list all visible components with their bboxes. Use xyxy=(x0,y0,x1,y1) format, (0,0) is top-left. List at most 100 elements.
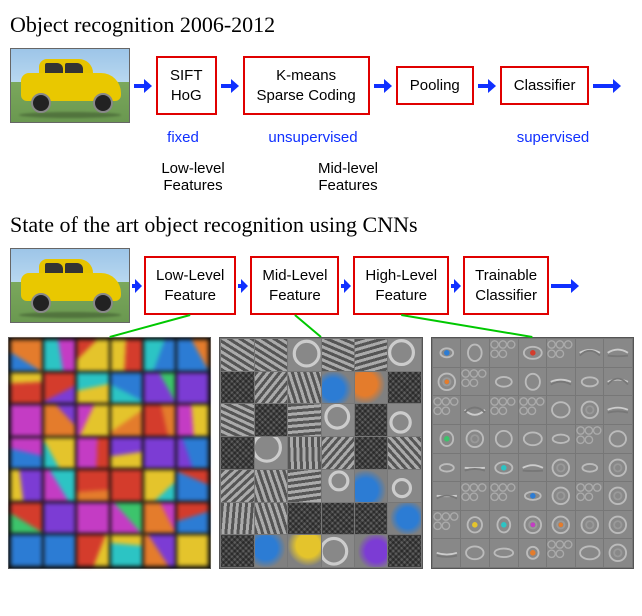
label-mid-level: Mid-level Features xyxy=(288,160,408,194)
feature-patch xyxy=(490,339,518,367)
feature-patch xyxy=(433,368,461,396)
feature-patch xyxy=(604,368,632,396)
feature-patch xyxy=(111,373,142,404)
feature-patch xyxy=(322,372,354,404)
feature-patch xyxy=(576,539,604,567)
feature-patch xyxy=(388,404,420,436)
annotation-supervised: supervised xyxy=(488,129,618,146)
feature-patch xyxy=(519,454,547,482)
arrow-icon xyxy=(374,79,392,93)
feature-patch xyxy=(322,437,354,469)
feature-patch xyxy=(388,372,420,404)
feature-patch xyxy=(490,539,518,567)
feature-patch xyxy=(11,373,42,404)
feature-patch xyxy=(144,535,175,566)
feature-patch xyxy=(322,535,354,567)
feature-patch xyxy=(519,539,547,567)
feature-patch xyxy=(221,470,253,502)
feature-patch xyxy=(547,396,575,424)
feature-patch xyxy=(433,454,461,482)
arrow-icon xyxy=(478,79,496,93)
feature-patch xyxy=(576,368,604,396)
feature-patch xyxy=(255,437,287,469)
feature-patch xyxy=(355,470,387,502)
feature-patch xyxy=(547,339,575,367)
feature-visualization-row xyxy=(8,337,634,569)
feature-patch xyxy=(461,425,489,453)
feature-patch xyxy=(388,437,420,469)
annotation-fixed: fixed xyxy=(138,129,228,146)
feature-patch xyxy=(177,438,208,469)
feature-patch xyxy=(461,339,489,367)
label-low-level: Low-level Features xyxy=(138,160,248,194)
feature-patch xyxy=(355,437,387,469)
box-high-level: High-Level Feature xyxy=(353,256,449,315)
feature-patch xyxy=(547,482,575,510)
arrow-icon xyxy=(451,279,461,293)
feature-patch xyxy=(461,482,489,510)
feature-patch xyxy=(433,396,461,424)
feature-patch xyxy=(576,511,604,539)
feature-patch xyxy=(604,454,632,482)
arrow-icon xyxy=(551,279,579,293)
feature-patch xyxy=(433,482,461,510)
feature-patch xyxy=(144,373,175,404)
feature-patch xyxy=(44,340,75,371)
feature-patch xyxy=(111,438,142,469)
feature-patch xyxy=(461,539,489,567)
feature-patch xyxy=(433,539,461,567)
feature-patch xyxy=(77,470,108,501)
feature-patch xyxy=(221,372,253,404)
feature-patch xyxy=(355,503,387,535)
feature-patch xyxy=(519,425,547,453)
feature-patch xyxy=(433,511,461,539)
feature-patch xyxy=(322,404,354,436)
annotation-row: fixed unsupervised supervised xyxy=(10,129,634,146)
feature-patch xyxy=(177,373,208,404)
feature-patch xyxy=(11,503,42,534)
feature-patch xyxy=(11,470,42,501)
box-kmeans: K-means Sparse Coding xyxy=(243,56,370,115)
feature-patch xyxy=(288,470,320,502)
feature-patch xyxy=(144,503,175,534)
box-pooling: Pooling xyxy=(396,66,474,106)
feature-patch xyxy=(221,535,253,567)
feature-patch xyxy=(519,511,547,539)
feature-patch xyxy=(322,339,354,371)
feature-patch xyxy=(255,339,287,371)
feature-patch xyxy=(461,454,489,482)
feature-patch xyxy=(355,339,387,371)
feature-patch xyxy=(77,438,108,469)
feature-patch xyxy=(111,470,142,501)
feature-patch xyxy=(604,511,632,539)
feature-patch xyxy=(44,535,75,566)
arrow-icon xyxy=(593,79,621,93)
box-mid-level: Mid-Level Feature xyxy=(250,256,339,315)
pipeline-cnn: Low-Level Feature Mid-Level Feature High… xyxy=(10,248,634,323)
feature-patch xyxy=(11,340,42,371)
box-low-level: Low-Level Feature xyxy=(144,256,236,315)
feature-patch xyxy=(177,470,208,501)
feature-patch xyxy=(144,438,175,469)
feature-patch xyxy=(144,340,175,371)
feature-patch xyxy=(11,438,42,469)
feature-patch xyxy=(604,339,632,367)
feature-patch xyxy=(177,340,208,371)
box-sift-hog: SIFT HoG xyxy=(156,56,217,115)
arrow-icon xyxy=(221,79,239,93)
feature-patch xyxy=(44,405,75,436)
input-image xyxy=(10,248,130,323)
feature-patch xyxy=(288,404,320,436)
feature-patch xyxy=(288,535,320,567)
feature-patch xyxy=(547,454,575,482)
feature-patch xyxy=(11,535,42,566)
arrow-icon xyxy=(341,279,351,293)
arrow-icon xyxy=(238,279,248,293)
feature-patch xyxy=(604,396,632,424)
input-image xyxy=(10,48,130,123)
feature-patch xyxy=(44,438,75,469)
feature-patch xyxy=(221,404,253,436)
feature-patch xyxy=(490,396,518,424)
feature-patch xyxy=(355,535,387,567)
feature-patch xyxy=(519,482,547,510)
